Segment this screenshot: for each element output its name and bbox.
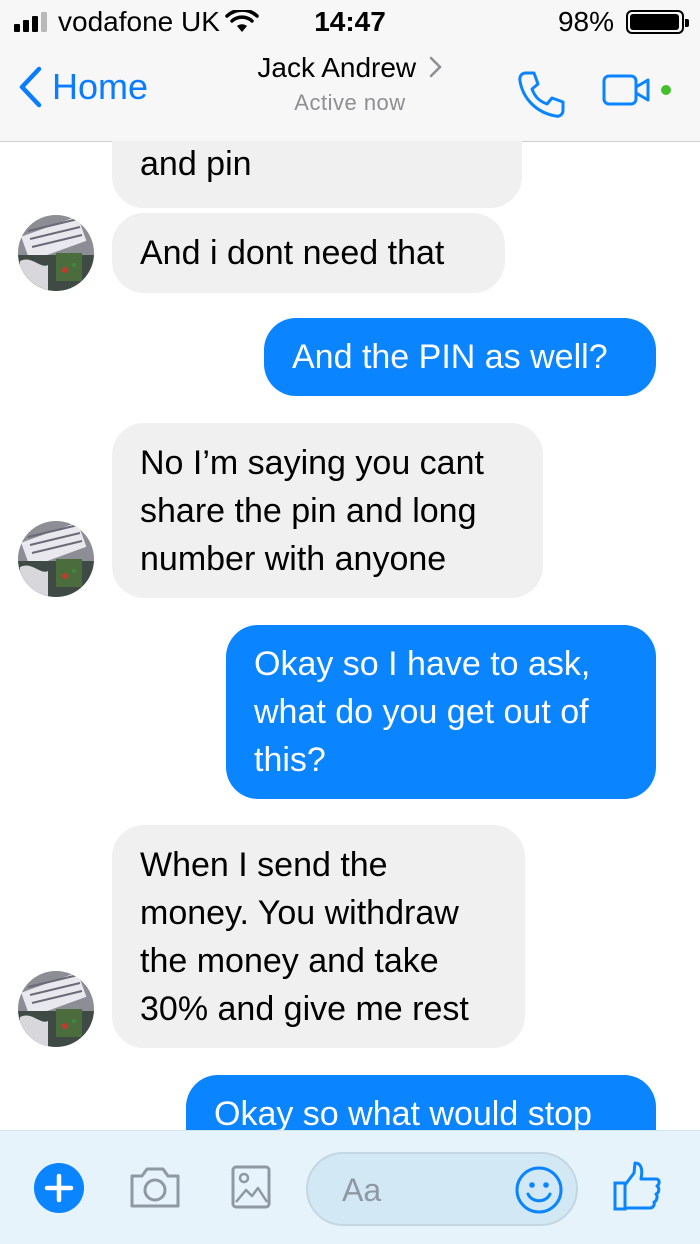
- message-line: When I send the: [140, 846, 388, 884]
- message-bubble[interactable]: When I send the money. You withdraw the …: [112, 825, 525, 1048]
- message-bubble[interactable]: And i dont need that: [112, 213, 505, 293]
- active-status: Active now: [294, 90, 406, 115]
- contact-name: Jack Andrew: [257, 52, 417, 83]
- gallery-button[interactable]: [230, 1164, 272, 1215]
- message-line: number with anyone: [140, 540, 447, 578]
- message-text: and pin: [140, 145, 252, 183]
- message-input-placeholder: Aa: [342, 1172, 382, 1208]
- avatar[interactable]: [18, 971, 94, 1047]
- message-line: money. You withdraw: [140, 894, 459, 932]
- camera-button[interactable]: [128, 1164, 182, 1215]
- video-camera-icon: [602, 74, 671, 106]
- message-thread[interactable]: and pin And i dont need that And the PIN…: [0, 141, 700, 1130]
- message-bubble[interactable]: And the PIN as well?: [264, 318, 656, 396]
- message-line: No I’m saying you cant: [140, 444, 484, 482]
- camera-icon: [130, 1167, 180, 1208]
- message-line: 30% and give me rest: [140, 990, 469, 1028]
- message-line: this?: [254, 741, 326, 779]
- like-button[interactable]: [612, 1159, 662, 1218]
- more-actions-button[interactable]: [34, 1163, 84, 1213]
- message-bubble[interactable]: and pin: [112, 141, 522, 208]
- message-text: And i dont need that: [140, 234, 445, 272]
- phone-icon: [518, 71, 565, 118]
- message-composer: Aa: [0, 1130, 700, 1244]
- message-bubble[interactable]: Okay so I have to ask, what do you get o…: [226, 625, 656, 799]
- message-line: the money and take: [140, 942, 439, 980]
- message-bubble[interactable]: Okay so what would stop: [186, 1075, 656, 1130]
- smiley-icon: [515, 1166, 563, 1214]
- contact-info[interactable]: Jack Andrew Active now: [0, 52, 700, 116]
- conversation-header: Home Jack Andrew Active now: [0, 44, 700, 142]
- emoji-button[interactable]: [514, 1165, 564, 1220]
- battery-percentage: 98%: [557, 6, 614, 37]
- battery-icon: [626, 10, 689, 34]
- plus-icon: [44, 1173, 74, 1203]
- status-bar: vodafone UK 14:47 98%: [0, 0, 700, 44]
- message-line: Okay so I have to ask,: [254, 645, 591, 683]
- avatar[interactable]: [18, 215, 94, 291]
- message-text: And the PIN as well?: [292, 338, 608, 376]
- chevron-right-icon: [429, 56, 442, 78]
- video-call-button[interactable]: [602, 74, 676, 113]
- thumbs-up-icon: [613, 1161, 661, 1211]
- image-icon: [231, 1165, 271, 1209]
- message-text: Okay so what would stop: [214, 1095, 592, 1130]
- message-line: share the pin and long: [140, 492, 477, 530]
- phone-call-button[interactable]: [515, 68, 567, 125]
- avatar[interactable]: [18, 521, 94, 597]
- message-bubble[interactable]: No I’m saying you cant share the pin and…: [112, 423, 543, 598]
- message-line: what do you get out of: [254, 693, 589, 731]
